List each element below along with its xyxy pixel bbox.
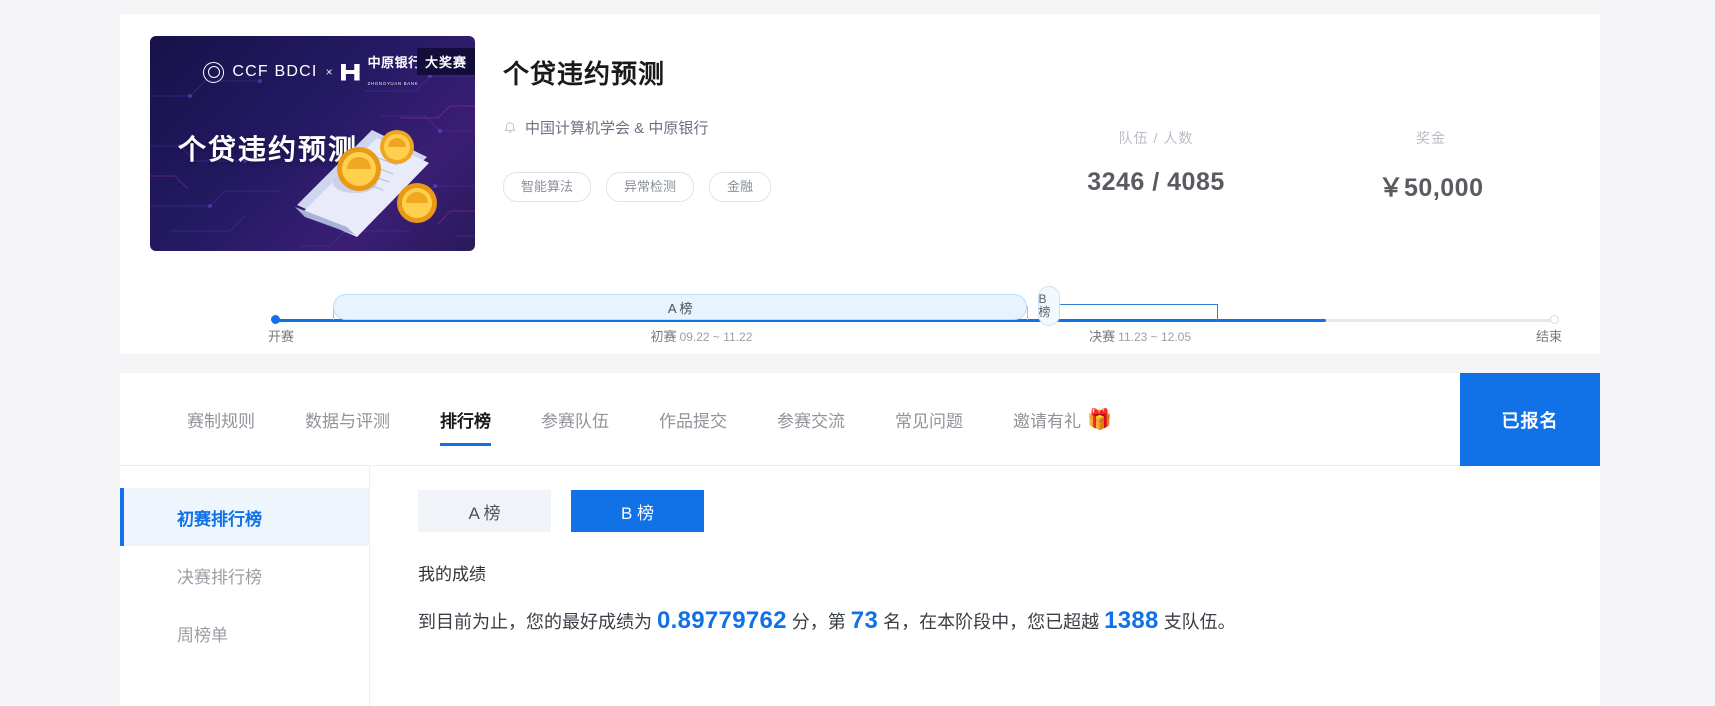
gift-icon: 🎁 bbox=[1087, 409, 1112, 431]
segment-a-board[interactable]: A 榜 bbox=[418, 490, 551, 532]
best-score-value: 0.89779762 bbox=[657, 607, 787, 634]
milestone-dates: 09.22 ~ 11.22 bbox=[679, 330, 753, 344]
tab-invite-rewards[interactable]: 邀请有礼 🎁 bbox=[988, 373, 1137, 466]
score-suffix-text: 支队伍。 bbox=[1163, 612, 1236, 632]
stat-value: ￥50,000 bbox=[1378, 174, 1484, 202]
milestone-name: 开赛 bbox=[268, 329, 295, 344]
score-mid-text-1: 分，第 bbox=[791, 612, 846, 632]
timeline-connector bbox=[1027, 306, 1029, 320]
tag-chip[interactable]: 金融 bbox=[709, 172, 772, 203]
bank-name-block: 中原银行 ZHONGYUAN BANK bbox=[368, 54, 422, 90]
organizer-name: 中国计算机学会 & 中原银行 bbox=[525, 120, 709, 137]
leaderboard-body-card: 初赛排行榜 决赛排行榜 周榜单 A 榜 B 榜 我的成绩 到目前为止，您的最好成… bbox=[120, 466, 1600, 706]
tab-rules[interactable]: 赛制规则 bbox=[162, 373, 280, 466]
segment-b-board[interactable]: B 榜 bbox=[571, 490, 704, 532]
sidebar-item-preliminary-leaderboard[interactable]: 初赛排行榜 bbox=[120, 488, 369, 546]
milestone-dates: 11.23 ~ 12.05 bbox=[1118, 330, 1191, 344]
score-mid-text-2: 名，在本阶段中，您已超越 bbox=[883, 612, 1100, 632]
stat-label: 队伍 / 人数 bbox=[1118, 130, 1194, 146]
milestone-name: 结束 bbox=[1535, 329, 1562, 344]
stat-label: 奖金 bbox=[1416, 130, 1446, 146]
milestone-name: 初赛 bbox=[650, 329, 677, 344]
phase-pill-b-label: B 榜 bbox=[1038, 292, 1051, 319]
milestone-name: 决赛 bbox=[1089, 329, 1116, 344]
tab-faq[interactable]: 常见问题 bbox=[870, 373, 988, 466]
timeline-start-dot bbox=[271, 315, 280, 324]
tab-invite-label: 邀请有礼 bbox=[1013, 412, 1081, 431]
phase-pill-a: A 榜 bbox=[333, 294, 1028, 320]
tag-chip[interactable]: 异常检测 bbox=[606, 172, 695, 203]
timeline-milestone-final: 决赛 11.23 ~ 12.05 bbox=[1089, 326, 1191, 345]
stat-teams: 队伍 / 人数 3246 / 4085 bbox=[1006, 128, 1306, 204]
competition-timeline: A 榜 B 榜 开赛 初赛 09.22 ~ 11.22 决赛 11.23 ~ 12.… bbox=[268, 282, 1562, 350]
stat-prize: 奖金 ￥50,000 bbox=[1306, 128, 1556, 204]
competition-banner-image: CCF BDCI × 中原银行 ZHONGYUAN BANK 大奖赛 个贷违约预… bbox=[150, 36, 475, 251]
leaderboard-content: A 榜 B 榜 我的成绩 到目前为止，您的最好成绩为 0.89779762 分，… bbox=[370, 466, 1600, 706]
score-summary-sentence: 到目前为止，您的最好成绩为 0.89779762 分，第 73 名，在本阶段中，… bbox=[418, 607, 1600, 635]
tab-leaderboard[interactable]: 排行榜 bbox=[415, 373, 516, 466]
stat-value: 3246 / 4085 bbox=[1087, 168, 1225, 196]
my-score-heading: 我的成绩 bbox=[418, 565, 486, 584]
nav-tabs-card: 赛制规则 数据与评测 排行榜 参赛队伍 作品提交 参赛交流 常见问题 邀请有礼 … bbox=[120, 373, 1600, 466]
enrolled-button[interactable]: 已报名 bbox=[1460, 373, 1600, 466]
rank-value: 73 bbox=[850, 607, 879, 634]
bell-icon bbox=[504, 121, 516, 133]
logo-separator: × bbox=[325, 65, 333, 79]
ccf-bdci-text: CCF BDCI bbox=[232, 63, 318, 80]
sidebar-item-weekly-leaderboard[interactable]: 周榜单 bbox=[120, 604, 369, 662]
tab-discussion[interactable]: 参赛交流 bbox=[752, 373, 870, 466]
leaderboard-segment-group: A 榜 B 榜 bbox=[418, 490, 1600, 532]
timeline-milestone-end: 结束 bbox=[1536, 326, 1562, 345]
sidebar-item-final-leaderboard[interactable]: 决赛排行榜 bbox=[120, 546, 369, 604]
nav-tabs: 赛制规则 数据与评测 排行榜 参赛队伍 作品提交 参赛交流 常见问题 邀请有礼 … bbox=[120, 373, 1600, 466]
page-title: 个贷违约预测 bbox=[503, 59, 666, 89]
score-prefix-text: 到目前为止，您的最好成绩为 bbox=[418, 612, 652, 632]
timeline-milestone-start: 开赛 bbox=[268, 326, 294, 345]
bank-name-en: ZHONGYUAN BANK bbox=[367, 81, 419, 86]
paper-and-coins-illustration bbox=[295, 130, 437, 237]
final-phase-box bbox=[1047, 304, 1219, 322]
competition-page: CCF BDCI × 中原银行 ZHONGYUAN BANK 大奖赛 个贷违约预… bbox=[0, 0, 1715, 706]
timeline-milestone-preliminary: 初赛 09.22 ~ 11.22 bbox=[651, 326, 753, 345]
leaderboard-sidebar: 初赛排行榜 决赛排行榜 周榜单 bbox=[120, 466, 370, 706]
ccf-logo-icon bbox=[203, 61, 225, 83]
competition-hero-card: CCF BDCI × 中原银行 ZHONGYUAN BANK 大奖赛 个贷违约预… bbox=[120, 14, 1600, 354]
competition-info: 个贷违约预测 中国计算机学会 & 中原银行 智能算法 异常检测 金融 队伍 / … bbox=[475, 36, 1570, 251]
tab-data-and-evaluation[interactable]: 数据与评测 bbox=[280, 373, 415, 466]
tab-submission[interactable]: 作品提交 bbox=[634, 373, 752, 466]
zhongyuan-bank-logo-icon bbox=[340, 63, 360, 81]
timeline-end-dot bbox=[1550, 315, 1559, 324]
surpassed-teams-value: 1388 bbox=[1104, 607, 1159, 634]
competition-stats: 队伍 / 人数 3246 / 4085 奖金 ￥50,000 bbox=[1006, 128, 1556, 204]
phase-pill-b: B 榜 bbox=[1037, 286, 1060, 326]
tab-teams[interactable]: 参赛队伍 bbox=[516, 373, 634, 466]
bank-name-cn: 中原银行 bbox=[367, 55, 422, 70]
prize-competition-badge: 大奖赛 bbox=[416, 48, 475, 75]
tag-chip[interactable]: 智能算法 bbox=[503, 172, 592, 203]
